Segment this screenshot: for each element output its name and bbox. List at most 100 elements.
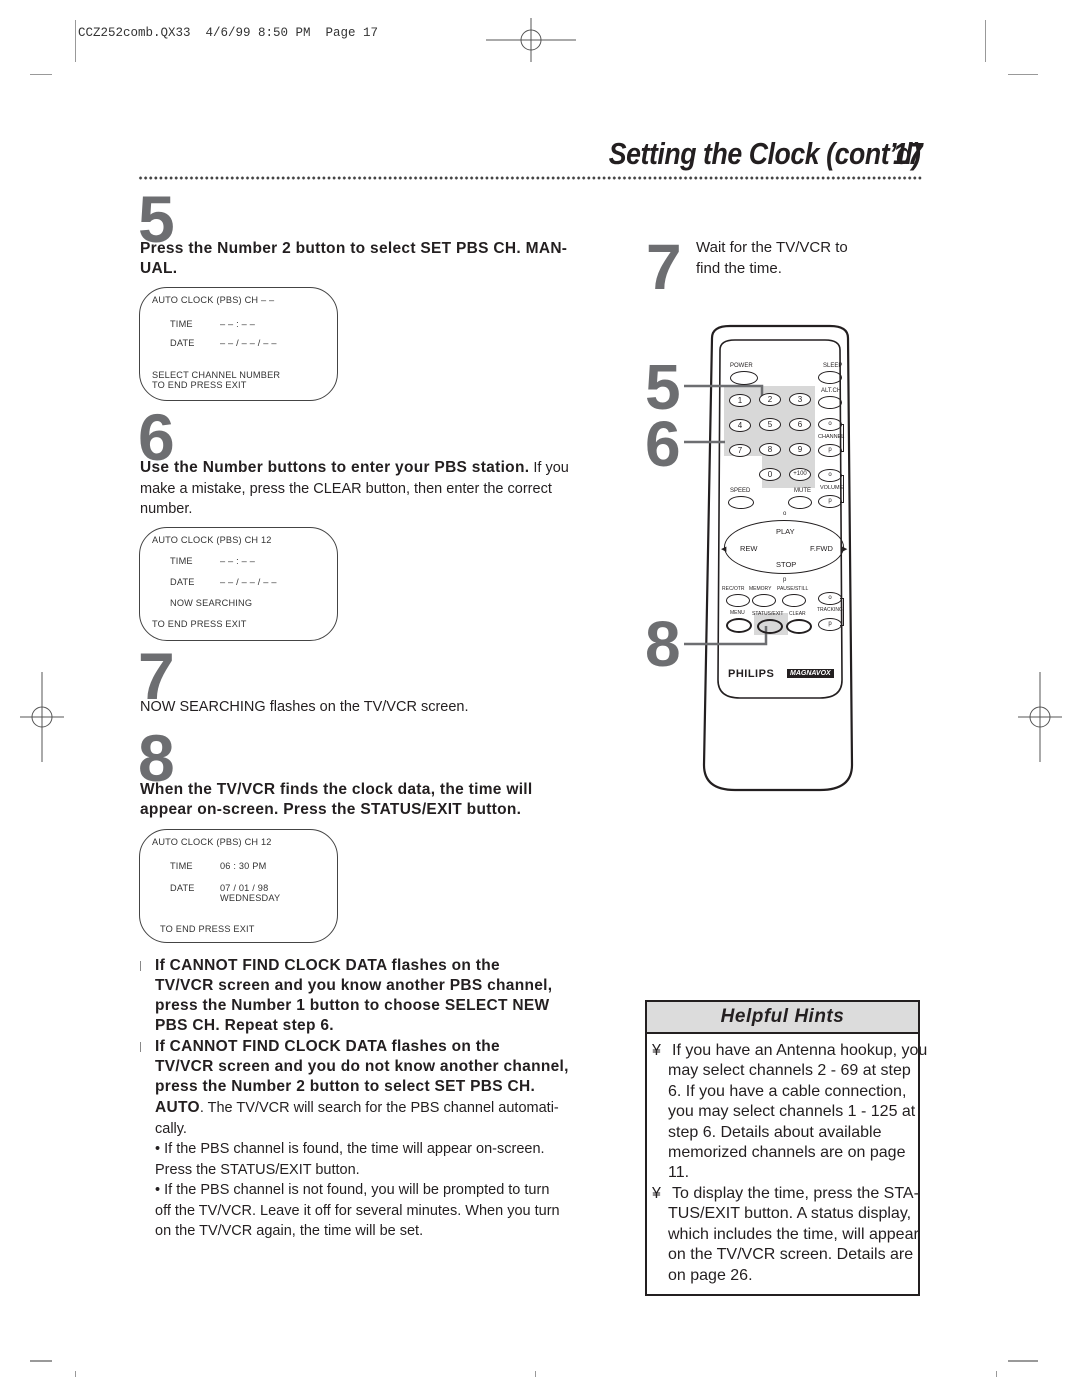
hint-line: memorized channels are on page (668, 1144, 906, 1161)
menu-label: MENU (730, 610, 745, 616)
osd-header: AUTO CLOCK (PBS) CH 12 (152, 837, 272, 847)
digit-button-8[interactable]: 8 (759, 443, 781, 456)
pause-still-button[interactable] (782, 594, 806, 607)
note-line: PBS CH. Repeat step 6. (155, 1017, 334, 1034)
instruction-line: number. (140, 501, 193, 517)
volume-down-button[interactable]: p (818, 495, 842, 508)
note-line: Press the STATUS/EXIT button. (155, 1161, 360, 1178)
note-line: off the TV/VCR. Leave it off for several… (155, 1202, 560, 1219)
digit-button-6[interactable]: 6 (789, 418, 811, 431)
hint-line: If you have an Antenna hookup, you (672, 1042, 928, 1059)
osd-footer: TO END PRESS EXIT (160, 924, 255, 934)
step-instruction: Use the Number buttons to enter your PBS… (140, 458, 640, 520)
registration-mark-top (486, 18, 576, 62)
callout-6: 6 (645, 408, 681, 480)
auto-label: AUTO (155, 1099, 200, 1116)
digit-button-plus100[interactable]: +100 (789, 468, 811, 481)
tracking-label: TRACKING (817, 607, 843, 613)
note-cannot-find-2: If CANNOT FIND CLOCK DATA flashes on the… (140, 1037, 640, 1097)
hint-line: step 6. Details about available (668, 1123, 882, 1141)
crop-mark (75, 1371, 76, 1377)
note-line: If CANNOT FIND CLOCK DATA flashes on the (140, 1037, 640, 1057)
step-number: 7 (646, 231, 682, 303)
osd-date-label: DATE (170, 883, 195, 893)
registration-mark-right (1018, 672, 1062, 762)
crop-mark (1008, 74, 1038, 75)
brand-philips: PHILIPS (728, 668, 775, 680)
instruction-bold: Use the Number buttons to enter your PBS… (140, 459, 530, 476)
osd-weekday: WEDNESDAY (220, 893, 281, 903)
note-line: If CANNOT FIND CLOCK DATA flashes on the (140, 956, 640, 976)
power-label: POWER (730, 363, 753, 369)
channel-up-button[interactable]: o (818, 418, 842, 431)
crop-mark (1008, 1360, 1038, 1362)
volume-bracket (840, 475, 844, 503)
recotr-label: REC/OTR (722, 586, 745, 592)
crop-mark (30, 74, 52, 75)
down-arrow-label: p (783, 577, 787, 583)
step-text: Wait for the TV/VCR to find the time. (696, 238, 848, 279)
note-line: AUTO. The TV/VCR will search for the PBS… (155, 1098, 635, 1119)
hint-line: 11. (668, 1164, 690, 1182)
osd-time-label: TIME (170, 319, 193, 329)
hint-line: To display the time, press the STA- (672, 1185, 919, 1202)
tracking-down-button[interactable]: p (818, 618, 842, 631)
bullet-marker (140, 960, 141, 971)
hint-line: on the TV/VCR screen. Details are (668, 1246, 914, 1264)
recotr-button[interactable] (726, 594, 750, 607)
instruction-line: Use the Number buttons to enter your PBS… (140, 458, 640, 479)
digit-button-4[interactable]: 4 (729, 419, 751, 432)
status-exit-label: STATUS/EXIT (752, 611, 784, 617)
mute-label: MUTE (794, 488, 811, 494)
print-slug: CCZ252comb.QX33 4/6/99 8:50 PM Page 17 (78, 26, 379, 40)
osd-screen: AUTO CLOCK (PBS) CH 12 TIME – – : – – DA… (139, 527, 338, 641)
crop-mark (985, 20, 986, 62)
pause-still-label: PAUSE/STILL (777, 586, 809, 592)
instruction-line: appear on-screen. Press the STATUS/EXIT … (140, 801, 522, 818)
remote-buttons: POWER SLEEP ALT.CH 1 2 3 4 5 6 7 8 9 0 +… (690, 320, 870, 800)
speed-button[interactable] (728, 496, 754, 509)
brand-magnavox: MAGNAVOX (787, 669, 834, 678)
power-button[interactable] (730, 371, 758, 385)
osd-date-value: 07 / 01 / 98 (220, 883, 269, 893)
step-text: NOW SEARCHING flashes on the TV/VCR scre… (140, 699, 469, 715)
volume-up-button[interactable]: o (818, 469, 842, 482)
digit-button-0[interactable]: 0 (759, 468, 781, 481)
instruction-line: make a mistake, press the CLEAR button, … (140, 480, 552, 497)
rew-button[interactable]: REW (740, 544, 758, 553)
play-button[interactable]: PLAY (776, 527, 795, 536)
memory-button[interactable] (752, 594, 776, 607)
sleep-button[interactable] (818, 371, 842, 384)
digit-button-2[interactable]: 2 (759, 393, 781, 406)
osd-date-label: DATE (170, 338, 195, 348)
digit-button-9[interactable]: 9 (789, 443, 811, 456)
digit-button-7[interactable]: 7 (729, 444, 751, 457)
memory-label: MEMORY (749, 586, 772, 592)
digit-button-5[interactable]: 5 (759, 418, 781, 431)
instruction-rest: If you (529, 460, 569, 476)
left-arrow-icon: ◀ (721, 546, 727, 553)
sleep-label: SLEEP (823, 363, 843, 369)
tracking-up-button[interactable]: o (818, 592, 842, 605)
step-instruction: Press the Number 2 button to select SET … (140, 239, 630, 279)
stop-button[interactable]: STOP (776, 560, 796, 569)
menu-button[interactable] (726, 618, 752, 633)
callout-8: 8 (645, 608, 681, 680)
note-line: on the TV/VCR again, the time will be se… (155, 1223, 424, 1239)
ffwd-button[interactable]: F.FWD (810, 544, 833, 553)
clear-button[interactable] (786, 619, 812, 634)
digit-button-3[interactable]: 3 (789, 393, 811, 406)
registration-mark-left (20, 672, 64, 762)
osd-screen: AUTO CLOCK (PBS) CH – – TIME – – : – – D… (139, 287, 338, 401)
channel-down-button[interactable]: p (818, 444, 842, 457)
osd-time-value: 06 : 30 PM (220, 861, 267, 871)
note-line: • If the PBS channel is found, the time … (155, 1141, 545, 1157)
altch-button[interactable] (818, 396, 842, 409)
helpful-hints-title: Helpful Hints (647, 1002, 918, 1034)
hint-bullet: ¥ (652, 1042, 661, 1059)
digit-button-1[interactable]: 1 (729, 394, 751, 407)
status-exit-button[interactable] (757, 619, 783, 634)
note-text: . The TV/VCR will search for the PBS cha… (199, 1100, 559, 1116)
mute-button[interactable] (788, 496, 812, 509)
right-arrow-icon: ▶ (842, 546, 848, 553)
